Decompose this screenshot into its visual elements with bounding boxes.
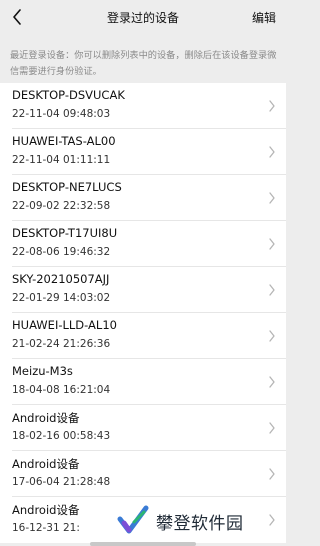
chevron-left-icon <box>13 9 21 25</box>
device-row[interactable]: Meizu-M3s 18-04-08 16:21:04 <box>0 359 286 405</box>
device-name: HUAWEI-TAS-AL00 <box>12 134 116 148</box>
device-row[interactable]: DESKTOP-T17UI8U 22-08-06 19:46:32 <box>0 221 286 267</box>
device-list-screen: 登录过的设备 编辑 最近登录设备：你可以删除列表中的设备，删除后在该设备登录微信… <box>0 0 286 546</box>
device-login-time: 16-12-31 21: <box>12 522 80 534</box>
device-row[interactable]: DESKTOP-DSVUCAK 22-11-04 09:48:03 <box>0 83 286 129</box>
device-name: Meizu-M3s <box>12 364 73 378</box>
device-name: DESKTOP-DSVUCAK <box>12 88 125 102</box>
edit-button[interactable]: 编辑 <box>252 9 276 26</box>
watermark-logo: 攀登软件园 <box>116 498 286 544</box>
device-name: Android设备 <box>12 411 80 425</box>
device-login-time: 22-11-04 09:48:03 <box>12 108 111 120</box>
watermark-text: 攀登软件园 <box>156 513 244 534</box>
chevron-right-icon <box>269 284 275 296</box>
chevron-right-icon <box>269 238 275 250</box>
device-name: DESKTOP-T17UI8U <box>12 226 118 240</box>
device-list: DESKTOP-DSVUCAK 22-11-04 09:48:03 HUAWEI-T… <box>0 83 286 543</box>
device-login-time: 22-01-29 14:03:02 <box>12 292 111 304</box>
device-login-time: 22-09-02 22:32:58 <box>12 200 111 212</box>
chevron-right-icon <box>269 146 275 158</box>
device-login-time: 18-02-16 00:58:43 <box>12 430 111 442</box>
device-name: SKY-20210507AJJ <box>12 272 110 286</box>
back-button[interactable] <box>6 6 28 28</box>
chevron-right-icon <box>269 330 275 342</box>
device-login-time: 18-04-08 16:21:04 <box>12 384 111 396</box>
chevron-right-icon <box>269 468 275 480</box>
device-row[interactable]: HUAWEI-LLD-AL10 21-02-24 21:26:36 <box>0 313 286 359</box>
device-name: HUAWEI-LLD-AL10 <box>12 318 117 332</box>
page-title: 登录过的设备 <box>106 11 179 25</box>
recent-devices-notice: 最近登录设备：你可以删除列表中的设备，删除后在该设备登录微信需要进行身份验证。 <box>10 50 277 77</box>
device-login-time: 21-02-24 21:26:36 <box>12 338 111 350</box>
device-row[interactable]: Android设备 18-02-16 00:58:43 <box>0 405 286 451</box>
device-row[interactable]: DESKTOP-NE7LUCS 22-09-02 22:32:58 <box>0 175 286 221</box>
device-login-time: 22-08-06 19:46:32 <box>12 246 111 258</box>
device-name: Android设备 <box>12 457 80 471</box>
device-row[interactable]: HUAWEI-TAS-AL00 22-11-04 01:11:11 <box>0 129 286 175</box>
chevron-right-icon <box>269 376 275 388</box>
device-login-time: 17-06-04 21:28:48 <box>12 476 111 488</box>
home-indicator <box>90 542 196 546</box>
nav-bar: 登录过的设备 编辑 <box>0 0 286 36</box>
device-name: DESKTOP-NE7LUCS <box>12 180 122 194</box>
device-row[interactable]: Android设备 17-06-04 21:28:48 <box>0 451 286 497</box>
chevron-right-icon <box>269 100 275 112</box>
watermark-check-icon <box>117 505 149 534</box>
device-row[interactable]: SKY-20210507AJJ 22-01-29 14:03:02 <box>0 267 286 313</box>
device-login-time: 22-11-04 01:11:11 <box>12 154 111 166</box>
chevron-right-icon <box>269 422 275 434</box>
chevron-right-icon <box>269 192 275 204</box>
device-name: Android设备 <box>12 503 80 517</box>
